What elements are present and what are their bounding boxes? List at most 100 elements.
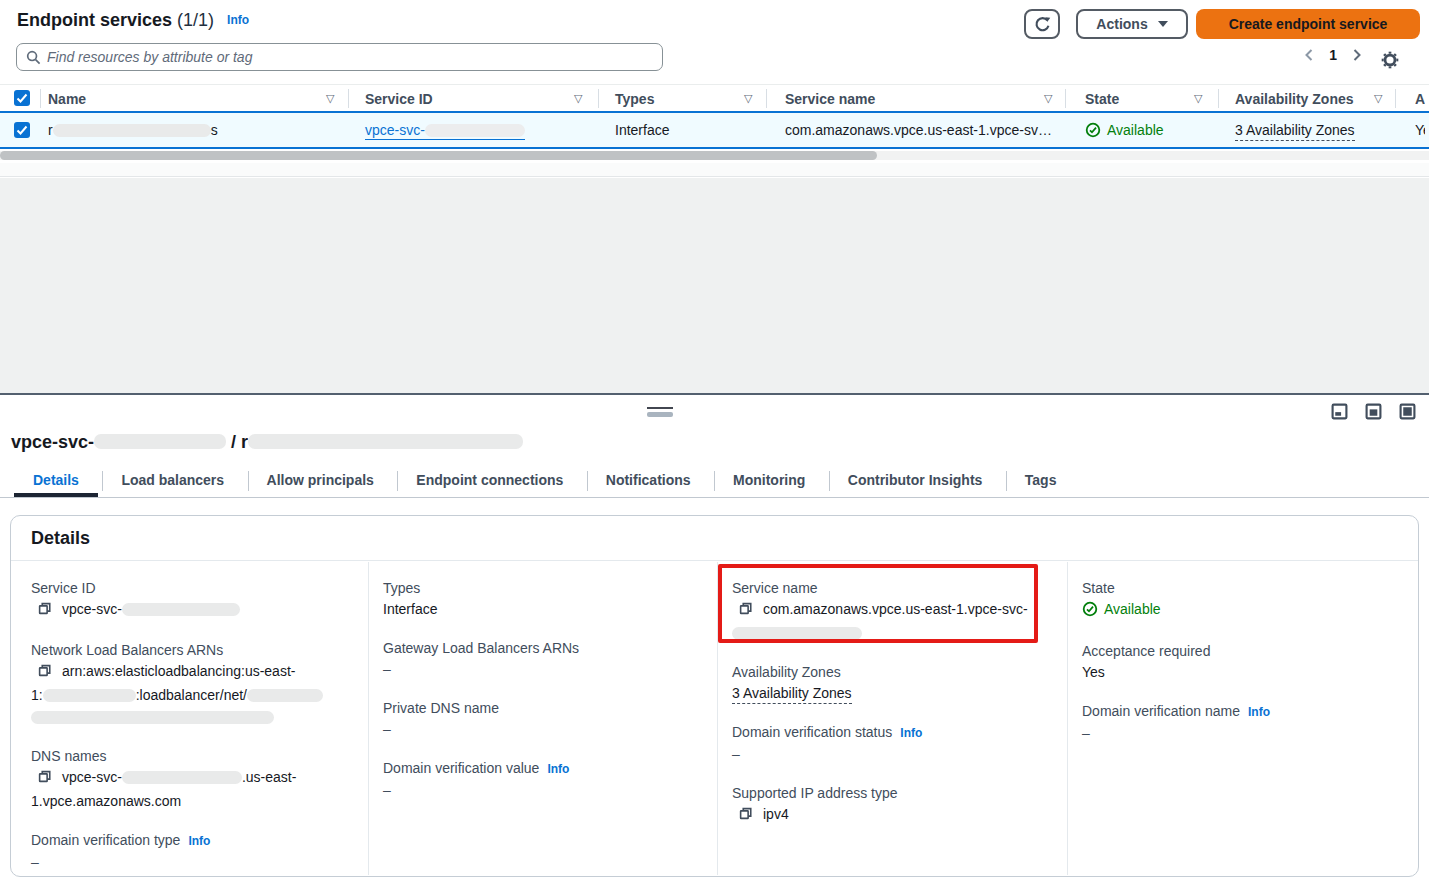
sort-icon[interactable]: ▽	[1374, 92, 1382, 105]
redacted-text	[94, 434, 226, 449]
field-domain-verification-type: Domain verification typeInfo –	[31, 830, 351, 873]
chevron-right-icon	[1351, 48, 1363, 62]
column-header-service-id[interactable]: Service ID	[365, 91, 433, 107]
field-service-name: Service name com.amazonaws.vpce.us-east-…	[732, 578, 1057, 644]
cell-acceptance-required: Yes	[1415, 122, 1425, 138]
info-link[interactable]: Info	[900, 726, 922, 740]
row-checkbox[interactable]	[14, 122, 30, 138]
gear-icon	[1381, 51, 1399, 69]
details-column-3: Service name com.amazonaws.vpce.us-east-…	[732, 578, 1057, 845]
tab-load-balancers[interactable]: Load balancers	[102, 465, 243, 496]
table-section: Endpoint services (1/1) Info Actions Cre…	[0, 0, 1429, 163]
caret-down-icon	[1158, 21, 1168, 27]
select-all-checkbox[interactable]	[14, 90, 30, 106]
cell-service-id: vpce-svc-	[365, 122, 525, 138]
tab-details[interactable]: Details	[14, 465, 98, 496]
refresh-button[interactable]	[1024, 9, 1060, 39]
sort-icon[interactable]: ▽	[574, 92, 582, 105]
table-card-footer	[0, 163, 1429, 177]
details-card: Details Service ID vpce-svc- Network Loa…	[10, 515, 1419, 877]
details-column-2: Types Interface Gateway Load Balancers A…	[383, 578, 703, 819]
redacted-text	[247, 689, 323, 702]
column-header-name[interactable]: Name	[48, 91, 86, 107]
page-title-text: Endpoint services	[17, 10, 172, 30]
info-link[interactable]: Info	[227, 13, 249, 27]
cell-availability-zones: 3 Availability Zones	[1235, 122, 1355, 138]
column-header-state[interactable]: State	[1085, 91, 1119, 107]
redacted-text	[122, 603, 240, 616]
endpoint-services-page: Endpoint services (1/1) Info Actions Cre…	[0, 0, 1429, 886]
panel-size-large-button[interactable]	[1399, 403, 1416, 423]
previous-page-button[interactable]	[1297, 44, 1321, 66]
tab-monitoring[interactable]: Monitoring	[714, 465, 824, 496]
page-number[interactable]: 1	[1321, 47, 1345, 63]
table-row[interactable]: rs vpce-svc- Interface com.amazonaws.vpc…	[0, 111, 1429, 149]
redacted-text	[425, 124, 525, 137]
tab-endpoint-connections[interactable]: Endpoint connections	[397, 465, 582, 496]
info-link[interactable]: Info	[547, 762, 569, 776]
sort-icon[interactable]: ▽	[326, 92, 334, 105]
check-circle-icon	[1085, 122, 1101, 138]
split-panel-drag-handle[interactable]	[647, 407, 673, 417]
chevron-left-icon	[1303, 48, 1315, 62]
search-box[interactable]	[16, 43, 663, 71]
copy-icon[interactable]	[37, 771, 52, 787]
panel-size-medium-button[interactable]	[1365, 403, 1382, 423]
preferences-button[interactable]	[1375, 47, 1405, 73]
redacted-text	[31, 711, 274, 724]
availability-zones-link[interactable]: 3 Availability Zones	[732, 685, 852, 704]
panel-size-small-button[interactable]	[1331, 403, 1348, 423]
sort-icon[interactable]: ▽	[1044, 92, 1052, 105]
search-input[interactable]	[47, 49, 662, 65]
scrollbar-thumb[interactable]	[0, 151, 877, 160]
column-header-availability-zones[interactable]: Availability Zones	[1235, 91, 1354, 107]
actions-label: Actions	[1096, 16, 1147, 32]
copy-icon[interactable]	[738, 808, 753, 824]
field-state: State Available	[1082, 578, 1412, 623]
cell-service-name: com.amazonaws.vpce.us-east-1.vpce-sv…	[785, 122, 1055, 138]
column-header-acceptance-required[interactable]: Acceptance required	[1415, 91, 1425, 107]
page-title: Endpoint services (1/1) Info	[17, 10, 249, 31]
field-domain-verification-value: Domain verification valueInfo –	[383, 758, 703, 801]
field-domain-verification-status: Domain verification statusInfo –	[732, 722, 1057, 765]
details-column-4: State Available Acceptance required	[1082, 578, 1412, 762]
redacted-text	[43, 689, 136, 702]
details-card-header: Details	[11, 516, 1418, 561]
search-icon	[26, 50, 41, 65]
field-gateway-arns: Gateway Load Balancers ARNs –	[383, 638, 703, 680]
details-heading: Details	[31, 528, 90, 549]
service-id-link[interactable]: vpce-svc-	[365, 122, 525, 140]
tab-contributor-insights[interactable]: Contributor Insights	[829, 465, 1002, 496]
resource-count: (1/1)	[177, 10, 214, 30]
next-page-button[interactable]	[1345, 44, 1369, 66]
info-link[interactable]: Info	[188, 834, 210, 848]
info-link[interactable]: Info	[1248, 705, 1270, 719]
tab-tags[interactable]: Tags	[1006, 465, 1076, 496]
column-header-types[interactable]: Types	[615, 91, 654, 107]
field-acceptance-required: Acceptance required Yes	[1082, 641, 1412, 683]
horizontal-scrollbar[interactable]	[0, 151, 1429, 160]
background-area	[0, 178, 1429, 393]
copy-icon[interactable]	[37, 603, 52, 619]
tab-bar: Details Load balancers Allow principals …	[0, 465, 1429, 498]
redacted-text	[122, 771, 242, 784]
tab-notifications[interactable]: Notifications	[587, 465, 710, 496]
field-availability-zones: Availability Zones 3 Availability Zones	[732, 662, 1057, 704]
tab-allow-principals[interactable]: Allow principals	[248, 465, 393, 496]
field-domain-verification-name: Domain verification nameInfo –	[1082, 701, 1412, 744]
pagination: 1	[1297, 44, 1369, 66]
copy-icon[interactable]	[37, 665, 52, 681]
refresh-icon	[1034, 16, 1051, 33]
cell-state: Available	[1085, 122, 1164, 138]
sort-icon[interactable]: ▽	[1194, 92, 1202, 105]
field-supported-ip-address-type: Supported IP address type ipv4	[732, 783, 1057, 827]
sort-icon[interactable]: ▽	[744, 92, 752, 105]
check-circle-icon	[1082, 601, 1098, 617]
create-endpoint-service-button[interactable]: Create endpoint service	[1196, 9, 1420, 39]
redacted-text	[53, 124, 211, 137]
availability-zones-link[interactable]: 3 Availability Zones	[1235, 122, 1355, 141]
copy-icon[interactable]	[738, 603, 753, 619]
cell-types: Interface	[615, 122, 669, 138]
column-header-service-name[interactable]: Service name	[785, 91, 875, 107]
actions-button[interactable]: Actions	[1076, 9, 1188, 39]
